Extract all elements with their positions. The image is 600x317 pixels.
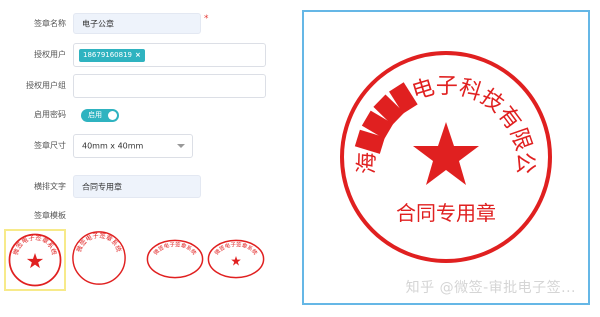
template-option[interactable]: 微签电子签章系统 xyxy=(145,238,205,280)
star-icon xyxy=(413,122,479,185)
horizontal-text-input[interactable]: 合同专用章 xyxy=(73,175,201,198)
seal-arc-text: 微签电子签章系统 xyxy=(74,230,124,253)
seal-thumbnail: 微签电子签章系统 xyxy=(8,233,62,287)
required-marker: * xyxy=(204,14,209,24)
template-option[interactable]: 微签电子签章系统 xyxy=(206,238,266,280)
seal-name-input[interactable]: 电子公章 xyxy=(73,13,201,34)
star-icon xyxy=(231,256,241,266)
enable-password-label: 启用密码 xyxy=(34,110,66,119)
seal-size-label: 签章尺寸 xyxy=(34,141,66,150)
template-label: 签章模板 xyxy=(34,211,66,220)
authorized-users-input[interactable]: 18679160819 × xyxy=(73,43,266,67)
user-tag: 18679160819 × xyxy=(79,49,145,62)
seal-settings-page: { "form": { "seal_name": {"label": "签章名称… xyxy=(0,0,600,317)
template-option[interactable]: 微签电子签章系统 xyxy=(70,229,128,291)
seal-size-value: 40mm x 40mm xyxy=(82,141,144,151)
horizontal-text-value: 合同专用章 xyxy=(82,182,122,191)
watermark: 知乎 @微签-审批电子签... xyxy=(405,280,576,296)
seal-ring xyxy=(72,231,126,285)
seal-preview: 上海████电子科技有限公司 合同专用章 xyxy=(304,12,552,263)
seal-thumbnail: 微签电子签章系统 xyxy=(146,239,204,279)
toggle-label: 启用 xyxy=(88,111,102,119)
seal-arc-text: 微签电子签章系统 xyxy=(152,240,199,257)
horizontal-text-label: 横排文字 xyxy=(34,182,66,191)
seal-preview-panel: 上海████电子科技有限公司 合同专用章 知乎 @微签-审批电子签... xyxy=(302,10,590,305)
seal-thumbnail: 微签电子签章系统 xyxy=(207,239,265,279)
password-toggle[interactable]: 启用 xyxy=(81,109,119,122)
seal-arc-text: 微签电子签章系统 xyxy=(213,240,260,257)
chevron-down-icon xyxy=(177,144,185,148)
template-option[interactable]: 微签电子签章系统 xyxy=(4,229,66,291)
authorized-groups-input[interactable] xyxy=(73,74,266,98)
authorized-groups-label: 授权用户组 xyxy=(26,81,66,90)
authorized-users-label: 授权用户 xyxy=(34,50,66,59)
seal-size-select[interactable]: 40mm x 40mm xyxy=(73,134,193,158)
seal-name-label: 签章名称 xyxy=(34,19,66,28)
seal-name-value: 电子公章 xyxy=(82,19,114,28)
star-icon xyxy=(26,253,44,269)
seal-arc-text: 微签电子签章系统 xyxy=(11,233,60,257)
user-tag-label: 18679160819 xyxy=(83,51,132,59)
seal-horizontal-text: 合同专用章 xyxy=(396,201,496,225)
close-icon[interactable]: × xyxy=(135,51,141,59)
toggle-knob xyxy=(108,111,117,120)
seal-thumbnail: 微签电子签章系统 xyxy=(72,230,126,285)
